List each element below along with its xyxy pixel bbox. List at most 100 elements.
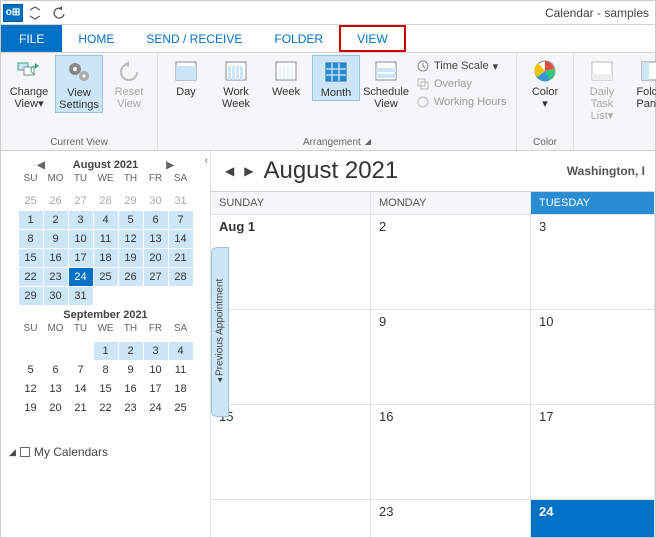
mini-day[interactable]: 27 xyxy=(69,192,93,210)
calendar-day-cell[interactable]: 2 xyxy=(371,214,531,309)
qat-undo-icon[interactable] xyxy=(50,4,68,22)
mini-day[interactable]: 14 xyxy=(169,230,193,248)
mini-day[interactable]: 2 xyxy=(44,211,68,229)
schedule-view-button[interactable]: Schedule View xyxy=(362,55,410,111)
calendar-day-cell[interactable]: 10 xyxy=(531,309,655,404)
mini-day[interactable]: 10 xyxy=(144,361,168,379)
mini-day[interactable]: 9 xyxy=(44,230,68,248)
mini-day[interactable]: 10 xyxy=(69,230,93,248)
month-prev-icon[interactable]: ◀ xyxy=(225,164,234,178)
week-button[interactable]: Week xyxy=(262,55,310,99)
mini-day[interactable]: 11 xyxy=(169,361,193,379)
mini-day[interactable]: 3 xyxy=(69,211,93,229)
mini-day[interactable]: 21 xyxy=(69,399,93,417)
calendar-day-cell[interactable]: 15 xyxy=(211,404,371,499)
qat-sendreceive-icon[interactable] xyxy=(26,4,44,22)
mini-day[interactable]: 8 xyxy=(94,361,118,379)
tab-view[interactable]: VIEW xyxy=(339,25,406,52)
mini-day[interactable]: 5 xyxy=(19,361,43,379)
calendar-day-cell[interactable]: 24 xyxy=(531,499,655,537)
calendar-day-cell[interactable]: 23 xyxy=(371,499,531,537)
reset-view-button[interactable]: Reset View xyxy=(105,55,153,111)
mini-day[interactable]: 5 xyxy=(119,211,143,229)
calendar-day-cell[interactable]: 16 xyxy=(371,404,531,499)
calendar-grid[interactable]: Aug 12389101516172324 xyxy=(211,214,655,537)
mini-day[interactable]: 23 xyxy=(119,399,143,417)
mini-day[interactable]: 19 xyxy=(19,399,43,417)
mini-day[interactable]: 26 xyxy=(44,192,68,210)
tab-folder[interactable]: FOLDER xyxy=(258,25,339,52)
mini-day[interactable]: 6 xyxy=(144,211,168,229)
collapse-pane-icon[interactable]: ‹ xyxy=(205,155,208,166)
mini-day[interactable]: 2 xyxy=(119,342,143,360)
month-next-icon[interactable]: ▶ xyxy=(244,164,253,178)
mini-day[interactable]: 17 xyxy=(69,249,93,267)
color-button[interactable]: Color▾ xyxy=(521,55,569,111)
tab-send-receive[interactable]: SEND / RECEIVE xyxy=(130,25,258,52)
mini-day[interactable]: 3 xyxy=(144,342,168,360)
tab-file[interactable]: FILE xyxy=(1,25,62,52)
mini-day[interactable]: 17 xyxy=(144,380,168,398)
calendar-day-cell[interactable]: 8 xyxy=(211,309,371,404)
calendar-day-cell[interactable] xyxy=(211,499,371,537)
mini-day[interactable]: 14 xyxy=(69,380,93,398)
mini-day[interactable]: 24 xyxy=(144,399,168,417)
mini-day[interactable]: 18 xyxy=(169,380,193,398)
prev-month-icon[interactable]: ◀ xyxy=(37,160,45,171)
day-button[interactable]: Day xyxy=(162,55,210,99)
mini-day[interactable]: 22 xyxy=(94,399,118,417)
mini-day[interactable]: 27 xyxy=(144,268,168,286)
expand-icon[interactable]: ◢ xyxy=(9,447,16,458)
mini-day[interactable]: 23 xyxy=(44,268,68,286)
mini-day[interactable]: 4 xyxy=(169,342,193,360)
mini-day[interactable]: 24 xyxy=(69,268,93,286)
previous-appointment-tab[interactable]: ▲ Previous Appointment xyxy=(211,247,229,417)
mini-day[interactable]: 29 xyxy=(19,287,43,305)
change-view-button[interactable]: Change View▾ xyxy=(5,55,53,111)
mini-day[interactable]: 25 xyxy=(19,192,43,210)
month-button[interactable]: Month xyxy=(312,55,360,101)
view-settings-button[interactable]: View Settings xyxy=(55,55,103,113)
work-week-button[interactable]: Work Week xyxy=(212,55,260,111)
mini-day[interactable]: 20 xyxy=(44,399,68,417)
mini-day[interactable]: 31 xyxy=(169,192,193,210)
next-month-icon[interactable]: ▶ xyxy=(166,160,174,171)
calendar-day-cell[interactable]: 9 xyxy=(371,309,531,404)
mini-day[interactable]: 26 xyxy=(119,268,143,286)
checkbox-icon[interactable] xyxy=(20,447,30,457)
arrangement-launcher-icon[interactable]: ◢ xyxy=(365,137,371,148)
mini-day[interactable]: 12 xyxy=(19,380,43,398)
mini-day[interactable]: 13 xyxy=(44,380,68,398)
mini-day[interactable]: 21 xyxy=(169,249,193,267)
mini-day[interactable]: 15 xyxy=(94,380,118,398)
mini-day[interactable]: 7 xyxy=(169,211,193,229)
mini-day[interactable]: 19 xyxy=(119,249,143,267)
mini-day[interactable]: 28 xyxy=(94,192,118,210)
calendar-day-cell[interactable]: 3 xyxy=(531,214,655,309)
mini-day[interactable]: 30 xyxy=(144,192,168,210)
mini-day[interactable]: 15 xyxy=(19,249,43,267)
my-calendars-node[interactable]: ◢My Calendars xyxy=(9,445,202,459)
calendar-day-cell[interactable]: 17 xyxy=(531,404,655,499)
mini-day[interactable]: 18 xyxy=(94,249,118,267)
mini-day[interactable]: 29 xyxy=(119,192,143,210)
mini-day[interactable]: 28 xyxy=(169,268,193,286)
mini-day[interactable]: 16 xyxy=(119,380,143,398)
mini-day[interactable]: 13 xyxy=(144,230,168,248)
mini-day[interactable]: 25 xyxy=(94,268,118,286)
tab-home[interactable]: HOME xyxy=(62,25,130,52)
mini-day[interactable]: 30 xyxy=(44,287,68,305)
mini-day[interactable]: 1 xyxy=(19,211,43,229)
mini-day[interactable]: 31 xyxy=(69,287,93,305)
mini-day[interactable]: 16 xyxy=(44,249,68,267)
folder-pane-button[interactable]: Folder Pane▾ xyxy=(628,55,656,111)
mini-day[interactable]: 1 xyxy=(94,342,118,360)
mini-day[interactable]: 6 xyxy=(44,361,68,379)
time-scale-button[interactable]: Time Scale ▾ xyxy=(412,58,512,74)
mini-day[interactable]: 4 xyxy=(94,211,118,229)
mini-day[interactable]: 7 xyxy=(69,361,93,379)
mini-day[interactable]: 20 xyxy=(144,249,168,267)
mini-day[interactable]: 12 xyxy=(119,230,143,248)
mini-day[interactable]: 11 xyxy=(94,230,118,248)
mini-day[interactable]: 9 xyxy=(119,361,143,379)
